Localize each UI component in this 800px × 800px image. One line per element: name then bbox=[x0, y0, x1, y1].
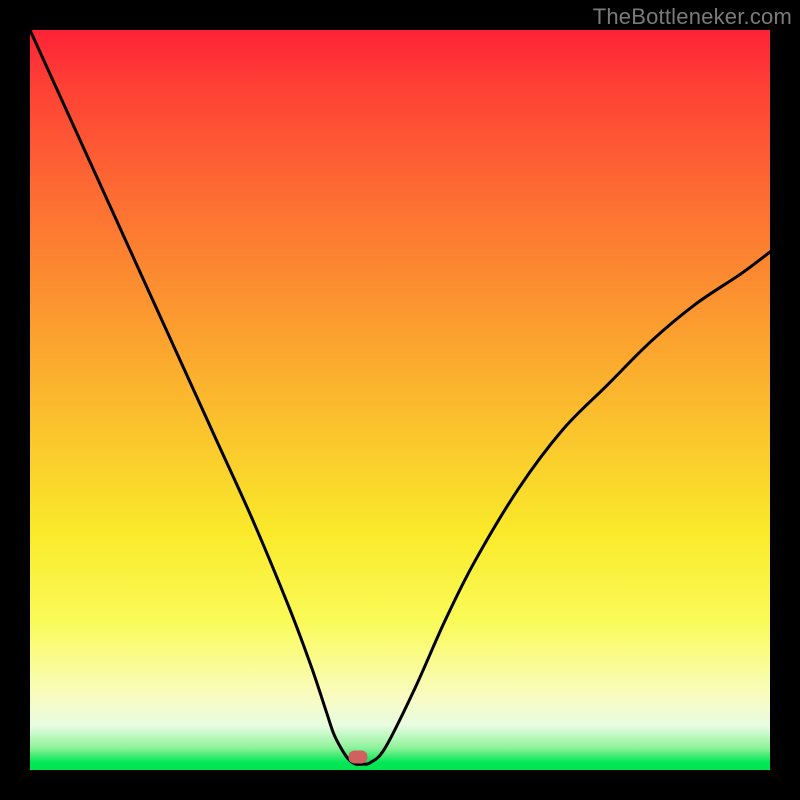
chart-stage: TheBottleneker.com bbox=[0, 0, 800, 800]
optimum-marker bbox=[348, 750, 367, 763]
watermark-text: TheBottleneker.com bbox=[593, 4, 792, 30]
plot-area bbox=[30, 30, 770, 770]
bottleneck-curve bbox=[30, 30, 770, 770]
